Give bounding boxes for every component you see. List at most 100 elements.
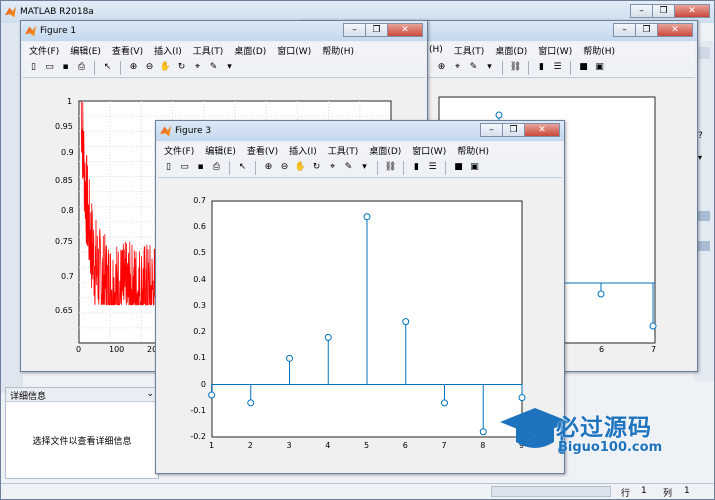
hide-tools-icon[interactable]: ■ bbox=[452, 161, 465, 174]
show-tools-icon[interactable]: ▣ bbox=[593, 61, 606, 74]
link-icon[interactable]: ⛓ bbox=[384, 161, 397, 174]
menu-item[interactable]: 桌面(D) bbox=[495, 44, 527, 57]
details-panel: 详细信息 ⌄ 选择文件以查看详细信息 bbox=[5, 387, 159, 479]
data-cursor-icon[interactable]: ⌖ bbox=[191, 61, 204, 74]
minimize-icon[interactable]: – bbox=[343, 23, 365, 37]
side-icon-2[interactable] bbox=[698, 241, 710, 251]
save-icon[interactable]: ▪ bbox=[59, 61, 72, 74]
save-icon[interactable]: ▪ bbox=[194, 161, 207, 174]
maximize-icon[interactable]: ❐ bbox=[635, 23, 657, 37]
menu-edit[interactable]: 编辑(E) bbox=[70, 44, 101, 57]
menu-tools[interactable]: 工具(T) bbox=[328, 144, 359, 157]
colorbar-icon[interactable]: ▮ bbox=[535, 61, 548, 74]
maximize-icon[interactable]: ❐ bbox=[502, 123, 524, 137]
menu-tools[interactable]: 工具(T) bbox=[193, 44, 224, 57]
figure2-marker bbox=[495, 111, 503, 119]
menu-view[interactable]: 查看(V) bbox=[247, 144, 278, 157]
figure3-y-tick: 0.1 bbox=[193, 353, 206, 363]
zoom-in-icon[interactable]: ⊕ bbox=[435, 61, 448, 74]
print-icon[interactable]: ⎙ bbox=[75, 61, 88, 74]
figure3-x-tick: 3 bbox=[286, 441, 292, 450]
link-icon[interactable]: ⛓ bbox=[509, 61, 522, 74]
dropdown-icon[interactable]: ▾ bbox=[698, 153, 702, 162]
maximize-icon[interactable]: ❐ bbox=[365, 23, 387, 37]
data-cursor-icon[interactable]: ⌖ bbox=[451, 61, 464, 74]
zoom-in-icon[interactable]: ⊕ bbox=[127, 61, 140, 74]
close-icon[interactable]: ✕ bbox=[674, 4, 710, 18]
side-icon-1[interactable] bbox=[698, 211, 710, 221]
edit-plot-icon[interactable]: ↖ bbox=[236, 161, 249, 174]
watermark-brand: 必过源码 bbox=[556, 415, 652, 441]
hide-tools-icon[interactable]: ■ bbox=[577, 61, 590, 74]
status-scroll-track[interactable] bbox=[491, 486, 611, 497]
open-icon[interactable]: ▭ bbox=[178, 161, 191, 174]
open-icon[interactable]: ▭ bbox=[43, 61, 56, 74]
menu-file[interactable]: 文件(F) bbox=[29, 44, 59, 57]
menu-help[interactable]: 帮助(H) bbox=[322, 44, 354, 57]
help-icon[interactable]: ? bbox=[698, 131, 703, 141]
figure3-y-tick: 0 bbox=[200, 379, 206, 389]
figure2-x-tick: 6 bbox=[599, 345, 605, 354]
dropdown-icon[interactable]: ▾ bbox=[358, 161, 371, 174]
figure3-toolbar: ▯ ▭ ▪ ⎙ ↖ ⊕ ⊖ ✋ ↻ ⌖ ✎ ▾ ⛓ ▮ ☰ ■ ▣ bbox=[158, 158, 562, 178]
pan-icon[interactable]: ✋ bbox=[159, 61, 172, 74]
menu-item[interactable]: 工具(T) bbox=[454, 44, 485, 57]
menu-insert[interactable]: 插入(I) bbox=[289, 144, 317, 157]
pan-icon[interactable]: ✋ bbox=[294, 161, 307, 174]
legend-icon[interactable]: ☰ bbox=[426, 161, 439, 174]
menu-window[interactable]: 窗口(W) bbox=[277, 44, 311, 57]
dropdown-icon[interactable]: ▾ bbox=[483, 61, 496, 74]
brush-icon[interactable]: ✎ bbox=[207, 61, 220, 74]
menu-item[interactable]: 窗口(W) bbox=[538, 44, 572, 57]
menu-file[interactable]: 文件(F) bbox=[164, 144, 194, 157]
new-figure-icon[interactable]: ▯ bbox=[162, 161, 175, 174]
status-bar: 行 1 列 1 bbox=[1, 483, 714, 499]
zoom-in-icon[interactable]: ⊕ bbox=[262, 161, 275, 174]
minimize-icon[interactable]: – bbox=[630, 4, 652, 18]
rotate-icon[interactable]: ↻ bbox=[175, 61, 188, 74]
figure1-title: Figure 1 bbox=[40, 26, 77, 36]
close-icon[interactable]: ✕ bbox=[524, 123, 560, 137]
zoom-out-icon[interactable]: ⊖ bbox=[278, 161, 291, 174]
figure3-title: Figure 3 bbox=[175, 126, 212, 136]
figure3-marker bbox=[402, 318, 410, 326]
watermark: 必过源码 Biguo100.com bbox=[500, 404, 705, 464]
maximize-icon[interactable]: ❐ bbox=[652, 4, 674, 18]
menu-window[interactable]: 窗口(W) bbox=[412, 144, 446, 157]
figure-logo-icon bbox=[160, 125, 171, 137]
new-figure-icon[interactable]: ▯ bbox=[27, 61, 40, 74]
minimize-icon[interactable]: – bbox=[480, 123, 502, 137]
close-icon[interactable]: ✕ bbox=[657, 23, 693, 37]
figure3-marker bbox=[479, 428, 487, 436]
details-label: 详细信息 bbox=[10, 392, 47, 402]
minimize-icon[interactable]: – bbox=[613, 23, 635, 37]
close-icon[interactable]: ✕ bbox=[387, 23, 423, 37]
menu-item[interactable]: (H) bbox=[429, 45, 443, 55]
rotate-icon[interactable]: ↻ bbox=[310, 161, 323, 174]
details-header[interactable]: 详细信息 ⌄ bbox=[6, 388, 158, 402]
zoom-out-icon[interactable]: ⊖ bbox=[143, 61, 156, 74]
figure3-marker bbox=[518, 394, 526, 402]
details-hint: 选择文件以查看详细信息 bbox=[32, 437, 132, 447]
edit-plot-icon[interactable]: ↖ bbox=[101, 61, 114, 74]
colorbar-icon[interactable]: ▮ bbox=[410, 161, 423, 174]
menu-edit[interactable]: 编辑(E) bbox=[205, 144, 236, 157]
menu-insert[interactable]: 插入(I) bbox=[154, 44, 182, 57]
chevron-down-icon[interactable]: ⌄ bbox=[146, 389, 154, 400]
show-tools-icon[interactable]: ▣ bbox=[468, 161, 481, 174]
figure3-y-tick: -0.2 bbox=[190, 432, 206, 441]
print-icon[interactable]: ⎙ bbox=[210, 161, 223, 174]
menu-view[interactable]: 查看(V) bbox=[112, 44, 143, 57]
brush-icon[interactable]: ✎ bbox=[342, 161, 355, 174]
menu-desktop[interactable]: 桌面(D) bbox=[234, 44, 266, 57]
legend-icon[interactable]: ☰ bbox=[551, 61, 564, 74]
figure1-y-tick: 0.65 bbox=[55, 306, 73, 315]
dropdown-icon[interactable]: ▾ bbox=[223, 61, 236, 74]
brush-icon[interactable]: ✎ bbox=[467, 61, 480, 74]
menu-help[interactable]: 帮助(H) bbox=[457, 144, 489, 157]
menu-desktop[interactable]: 桌面(D) bbox=[369, 144, 401, 157]
data-cursor-icon[interactable]: ⌖ bbox=[326, 161, 339, 174]
figure3-y-tick: 0.2 bbox=[193, 327, 206, 337]
menu-item[interactable]: 帮助(H) bbox=[583, 44, 615, 57]
figure3-marker bbox=[247, 399, 255, 407]
